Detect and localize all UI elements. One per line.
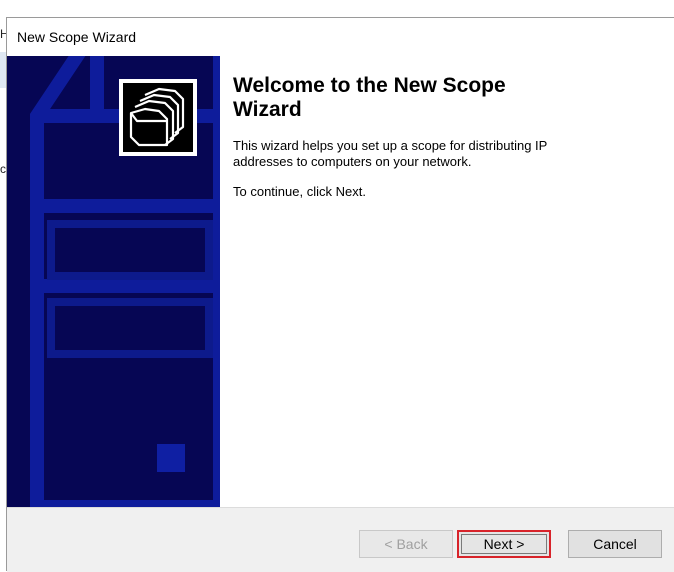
back-button[interactable]: < Back (359, 530, 453, 558)
wizard-footer: < Back Next > Cancel (7, 507, 674, 572)
wizard-content: Welcome to the New Scope Wizard This wiz… (233, 74, 653, 199)
dialog-titlebar[interactable]: New Scope Wizard (7, 18, 674, 56)
next-button-focus-ring (461, 534, 547, 554)
dialog-title: New Scope Wizard (17, 29, 137, 45)
cancel-button[interactable]: Cancel (568, 530, 662, 558)
next-button[interactable]: Next > (457, 530, 551, 558)
wizard-instruction: To continue, click Next. (233, 184, 366, 199)
wizard-description: This wizard helps you set up a scope for… (233, 138, 548, 169)
wizard-icon-frame (119, 79, 197, 156)
wizard-banner (7, 56, 220, 507)
folders-icon (123, 83, 193, 152)
wizard-heading: Welcome to the New Scope Wizard (233, 74, 506, 121)
new-scope-wizard-dialog: New Scope Wizard Welcome to the New Scop… (6, 17, 674, 572)
